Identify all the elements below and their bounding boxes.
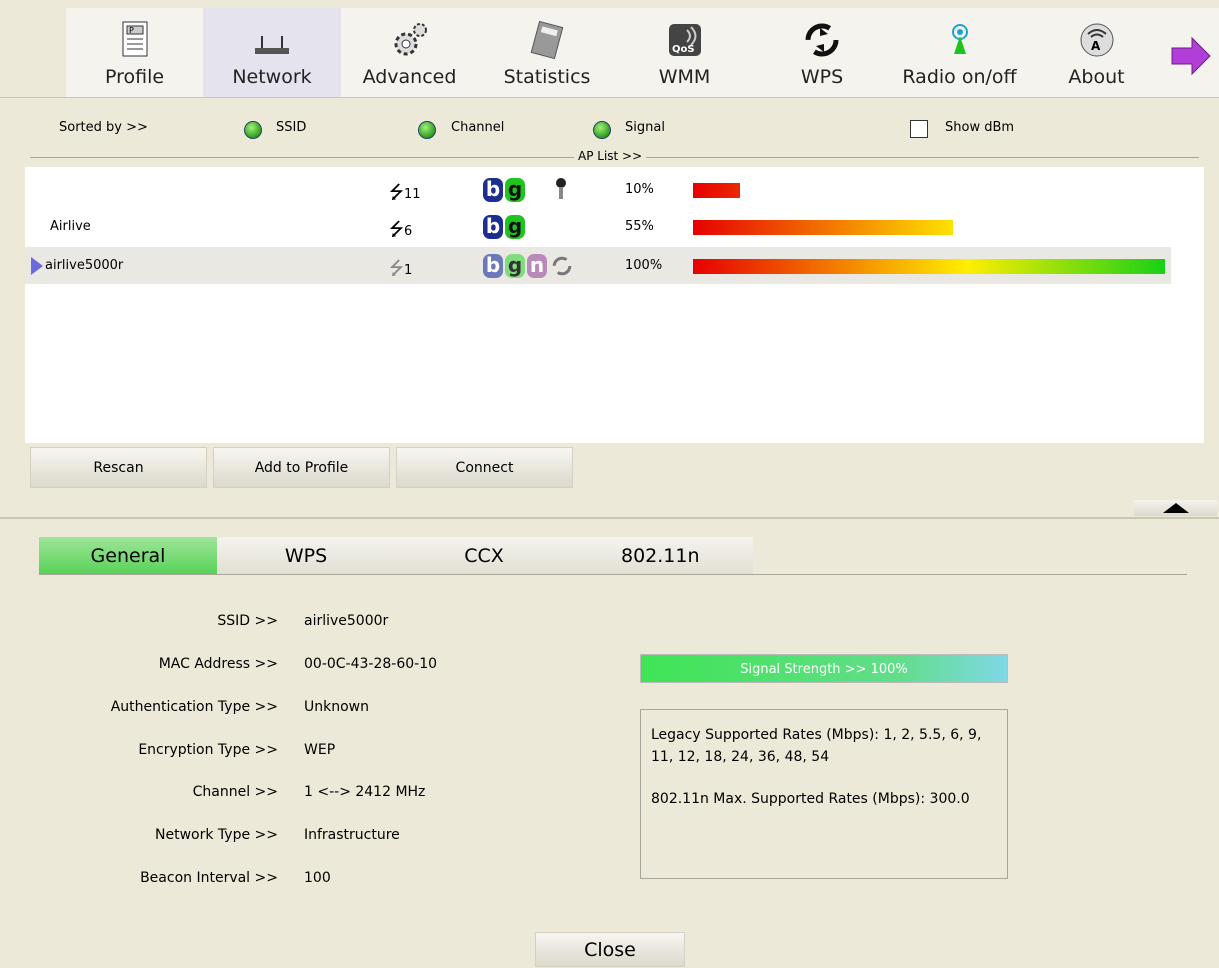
ssid-value: airlive5000r: [304, 613, 389, 629]
ap-signal: 10%: [625, 182, 654, 197]
show-dbm-checkbox[interactable]: [910, 120, 928, 138]
tab-ccx[interactable]: CCX: [395, 537, 573, 575]
toolbar-radio-label: Radio on/off: [902, 66, 1017, 88]
legacy-rates: Legacy Supported Rates (Mbps): 1, 2, 5.5…: [651, 727, 982, 765]
show-dbm-label: Show dBm: [945, 120, 1015, 135]
ap-channel: ⭍1: [389, 258, 413, 279]
qos-icon: QoS: [668, 24, 701, 56]
ap-ssid: airlive5000r: [45, 258, 124, 273]
ap-list[interactable]: ⭍11 b g 10% Airlive ⭍6 b g 55% airlive50…: [25, 167, 1204, 443]
signal-bar: [693, 220, 953, 235]
channel-icon: ⭍: [389, 182, 404, 203]
ap-ssid: Airlive: [50, 219, 91, 234]
toolbar-statistics[interactable]: Statistics: [478, 8, 616, 97]
channel-label: Channel >>: [192, 784, 278, 800]
network-type-label: Network Type >>: [155, 827, 278, 843]
calculator-icon: [530, 20, 564, 60]
tab-80211n[interactable]: 802.11n: [573, 537, 753, 575]
toolbar-profile-label: Profile: [104, 66, 165, 88]
g-badge-icon: g: [505, 178, 525, 202]
toolbar-wmm[interactable]: QoS WMM: [616, 8, 753, 97]
svg-text:A: A: [1091, 39, 1101, 53]
ssid-label: SSID >>: [217, 613, 278, 629]
rescan-button[interactable]: Rescan: [30, 447, 207, 488]
gears-icon: [394, 23, 427, 56]
about-icon: A: [1080, 23, 1113, 57]
b-badge-icon: b: [483, 254, 503, 278]
ap-channel: ⭍11: [389, 182, 421, 203]
toolbar: P Profile Network Advanced Statistics Qo…: [66, 8, 1219, 97]
ap-signal: 55%: [625, 219, 654, 234]
antenna-icon: [951, 24, 968, 54]
auth-value: Unknown: [304, 699, 369, 715]
rates-box: Legacy Supported Rates (Mbps): 1, 2, 5.5…: [640, 709, 1008, 879]
aplist-title: AP List >>: [574, 149, 647, 163]
next-arrow-icon[interactable]: [1170, 36, 1212, 76]
toolbar-network-label: Network: [232, 66, 312, 88]
network-router-icon: [255, 36, 289, 54]
encryption-value: WEP: [304, 742, 336, 758]
tab-wps[interactable]: WPS: [217, 537, 395, 575]
beacon-value: 100: [304, 870, 331, 886]
g-badge-icon: g: [505, 215, 525, 239]
svg-text:P: P: [129, 26, 134, 35]
channel-icon: ⭍: [389, 258, 404, 279]
wps-small-icon: [552, 256, 572, 276]
sorted-by-label: Sorted by >>: [59, 120, 148, 135]
section-divider: [0, 517, 1219, 519]
toolbar-wps[interactable]: WPS: [753, 8, 891, 97]
n-badge-icon: n: [527, 254, 547, 278]
sort-signal-radio[interactable]: [593, 121, 611, 139]
toolbar-advanced[interactable]: Advanced: [341, 8, 478, 97]
sort-signal-label: Signal: [625, 120, 665, 135]
add-to-profile-button[interactable]: Add to Profile: [213, 447, 390, 488]
sort-channel-radio[interactable]: [418, 121, 436, 139]
toolbar-wmm-label: WMM: [658, 66, 711, 88]
toolbar-advanced-label: Advanced: [362, 66, 457, 88]
beacon-label: Beacon Interval >>: [140, 870, 278, 886]
channel-value: 1 <--> 2412 MHz: [304, 784, 426, 800]
collapse-button[interactable]: [1134, 500, 1217, 516]
wps-icon: [805, 23, 839, 57]
triangle-up-icon: [1163, 503, 1189, 513]
profile-icon: P: [122, 21, 147, 57]
toolbar-statistics-label: Statistics: [503, 66, 591, 88]
toolbar-radio[interactable]: Radio on/off: [891, 8, 1028, 97]
ap-list-row[interactable]: Airlive ⭍6 b g 55%: [25, 208, 1171, 245]
b-badge-icon: b: [483, 215, 503, 239]
key-icon: [556, 178, 566, 199]
toolbar-profile[interactable]: P Profile: [66, 8, 203, 97]
signal-bar: [693, 183, 740, 198]
ap-signal: 100%: [625, 258, 663, 273]
g-badge-icon: g: [505, 254, 525, 278]
connect-button[interactable]: Connect: [396, 447, 573, 488]
network-type-value: Infrastructure: [304, 827, 400, 843]
toolbar-wps-label: WPS: [800, 66, 844, 88]
ap-list-row[interactable]: ⭍11 b g 10%: [25, 171, 1171, 208]
b-badge-icon: b: [483, 178, 503, 202]
sort-ssid-radio[interactable]: [244, 121, 262, 139]
encryption-label: Encryption Type >>: [138, 742, 278, 758]
toolbar-about[interactable]: A About: [1028, 8, 1165, 97]
n-rates: 802.11n Max. Supported Rates (Mbps): 300…: [651, 791, 970, 807]
mac-label: MAC Address >>: [158, 656, 278, 672]
toolbar-network[interactable]: Network: [203, 8, 341, 97]
auth-label: Authentication Type >>: [110, 699, 278, 715]
svg-text:QoS: QoS: [672, 44, 695, 55]
close-button[interactable]: Close: [535, 932, 685, 967]
selected-arrow-icon: [31, 257, 43, 275]
signal-strength-bar: Signal Strength >> 100%: [640, 654, 1008, 683]
ap-channel: ⭍6: [389, 219, 413, 240]
channel-icon: ⭍: [389, 219, 404, 240]
toolbar-divider: [0, 97, 1219, 98]
tab-general[interactable]: General: [39, 537, 217, 575]
tab-divider: [39, 574, 1187, 575]
signal-bar: [693, 259, 1165, 274]
toolbar-about-label: About: [1068, 66, 1125, 88]
ap-list-row-selected[interactable]: airlive5000r ⭍1 b g n 100%: [25, 247, 1171, 284]
sort-ssid-label: SSID: [276, 120, 307, 135]
mac-value: 00-0C-43-28-60-10: [304, 656, 438, 672]
sort-channel-label: Channel: [451, 120, 505, 135]
